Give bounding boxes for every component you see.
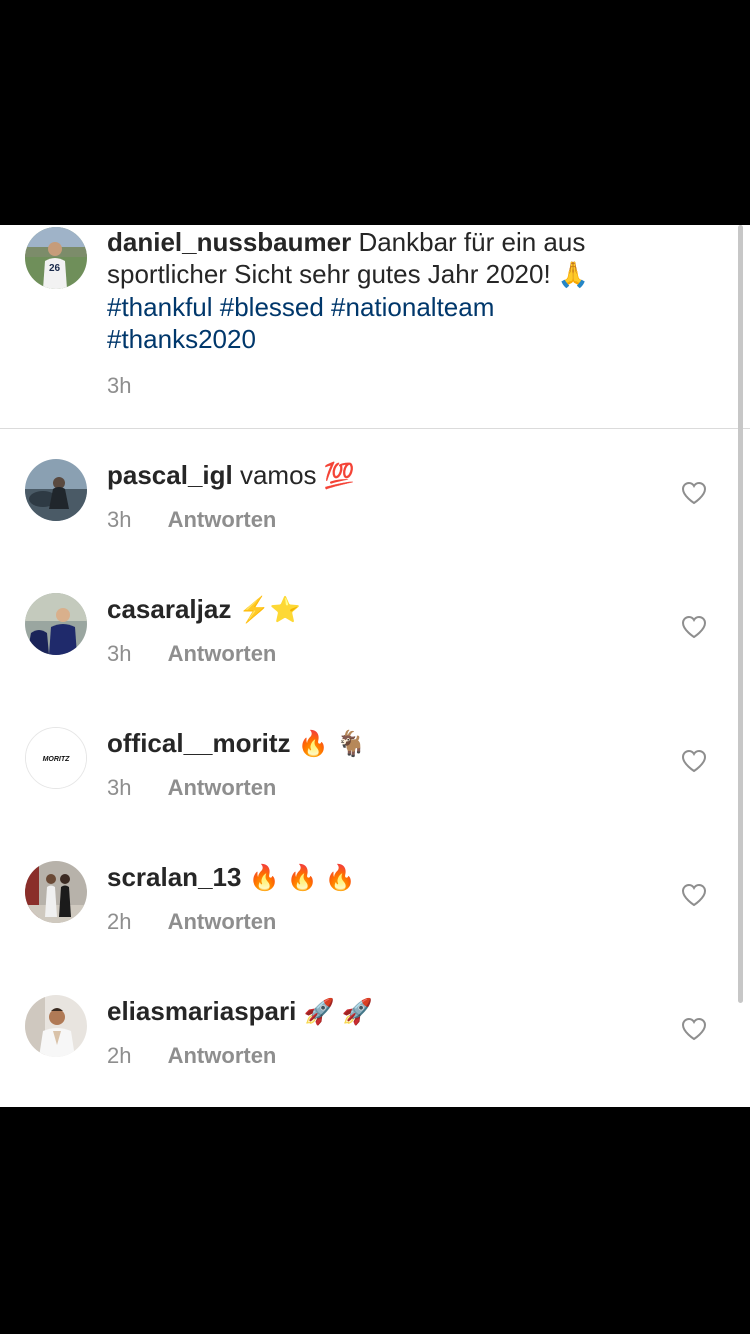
- comments-panel: 26 daniel_nussbaumer Dankbar für ein aus…: [0, 225, 750, 1107]
- comment-time: 3h: [107, 775, 132, 800]
- comment-time: 2h: [107, 909, 132, 934]
- heart-outline-icon[interactable]: [681, 481, 707, 505]
- comment-item: eliasmariaspari 🚀 🚀 2h Antworten: [0, 995, 750, 1107]
- caption-hashtags-1[interactable]: #thankful #blessed #nationalteam: [107, 292, 494, 322]
- comment-emoji: ⚡️⭐️: [238, 596, 301, 624]
- caption-hashtags-2[interactable]: #thanks2020: [107, 324, 256, 354]
- comment-emoji: 🚀 🚀: [303, 998, 373, 1026]
- heart-outline-icon[interactable]: [681, 749, 707, 773]
- comment-body: pascal_igl vamos 💯: [107, 459, 355, 492]
- reply-button[interactable]: Antworten: [168, 909, 277, 934]
- comment-meta: 2h Antworten: [107, 909, 276, 935]
- comment-item: pascal_igl vamos 💯 3h Antworten: [0, 459, 750, 593]
- commenter-avatar[interactable]: MORITZ: [25, 727, 87, 789]
- commenter-username[interactable]: offical__moritz: [107, 728, 291, 758]
- comment-text: vamos: [239, 460, 317, 490]
- commenter-username[interactable]: pascal_igl: [107, 460, 233, 490]
- comment-emoji: 🔥 🔥 🔥: [248, 864, 356, 892]
- commenter-avatar[interactable]: [25, 593, 87, 655]
- reply-button[interactable]: Antworten: [168, 1043, 277, 1068]
- comment-meta: 3h Antworten: [107, 775, 276, 801]
- divider: [0, 428, 750, 429]
- commenter-avatar[interactable]: [25, 995, 87, 1057]
- comment-meta: 3h Antworten: [107, 507, 276, 533]
- comment-time: 3h: [107, 641, 132, 666]
- caption-username[interactable]: daniel_nussbaumer: [107, 227, 351, 257]
- post-caption: daniel_nussbaumer Dankbar für ein aus sp…: [107, 225, 707, 399]
- reply-button[interactable]: Antworten: [168, 507, 277, 532]
- commenter-avatar[interactable]: [25, 861, 87, 923]
- moritz-logo-text: MORITZ: [43, 756, 71, 763]
- heart-outline-icon[interactable]: [681, 615, 707, 639]
- comment-body: eliasmariaspari 🚀 🚀: [107, 995, 373, 1028]
- comment-time: 3h: [107, 507, 132, 532]
- caption-author-avatar[interactable]: 26: [25, 227, 87, 289]
- heart-outline-icon[interactable]: [681, 883, 707, 907]
- comment-body: casaraljaz ⚡️⭐️: [107, 593, 301, 626]
- caption-text-2: sportlicher Sicht sehr gutes Jahr 2020!: [107, 259, 551, 289]
- comment-body: offical__moritz 🔥 🐐: [107, 727, 367, 760]
- screen: 26 daniel_nussbaumer Dankbar für ein aus…: [0, 0, 750, 1334]
- comment-emoji: 🔥 🐐: [297, 730, 367, 758]
- comment-time: 2h: [107, 1043, 132, 1068]
- comment-meta: 3h Antworten: [107, 641, 276, 667]
- reply-button[interactable]: Antworten: [168, 641, 277, 666]
- caption-time: 3h: [107, 373, 132, 398]
- comment-meta: 2h Antworten: [107, 1043, 276, 1069]
- heart-outline-icon[interactable]: [681, 1017, 707, 1041]
- commenter-username[interactable]: casaraljaz: [107, 594, 231, 624]
- caption-emoji: 🙏: [557, 261, 590, 289]
- comment-item: scralan_13 🔥 🔥 🔥 2h Antworten: [0, 861, 750, 995]
- scrollbar[interactable]: [738, 225, 743, 1003]
- comment-item: casaraljaz ⚡️⭐️ 3h Antworten: [0, 593, 750, 727]
- commenter-username[interactable]: eliasmariaspari: [107, 996, 296, 1026]
- svg-text:26: 26: [49, 263, 61, 274]
- reply-button[interactable]: Antworten: [168, 775, 277, 800]
- commenter-username[interactable]: scralan_13: [107, 862, 241, 892]
- commenter-avatar[interactable]: [25, 459, 87, 521]
- comment-emoji: 💯: [323, 462, 355, 490]
- comment-body: scralan_13 🔥 🔥 🔥: [107, 861, 356, 894]
- comment-item: MORITZ offical__moritz 🔥 🐐 3h Antworten: [0, 727, 750, 861]
- caption-text-1: Dankbar für ein aus: [358, 227, 586, 257]
